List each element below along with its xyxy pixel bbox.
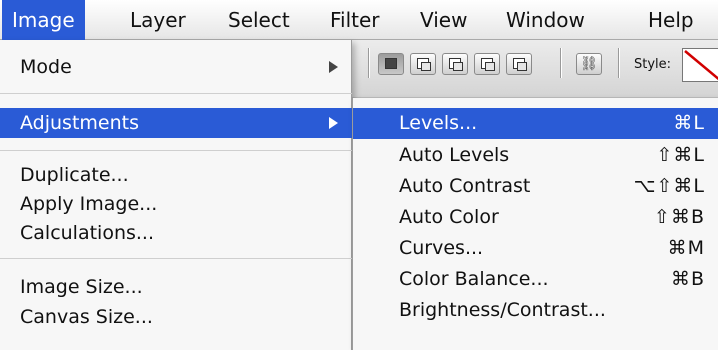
submenu-item-curves[interactable]: Curves... ⌘M	[353, 233, 718, 264]
submenu-item-auto-contrast[interactable]: Auto Contrast ⌥⇧⌘L	[353, 171, 718, 202]
menu-item-adjustments[interactable]: Adjustments	[0, 108, 352, 138]
menu-item-duplicate[interactable]: Duplicate...	[0, 160, 352, 190]
submenu-item-label: Auto Contrast	[399, 175, 531, 197]
submenu-item-color-balance[interactable]: Color Balance... ⌘B	[353, 264, 718, 295]
menu-item-label: Mode	[20, 56, 72, 78]
intersect-selection-button[interactable]	[474, 53, 500, 75]
menu-item-label: Duplicate...	[20, 164, 129, 186]
toolbar-separator	[368, 48, 370, 78]
new-selection-icon	[385, 58, 397, 69]
menu-divider	[0, 93, 352, 94]
menu-view[interactable]: View	[420, 0, 467, 40]
shortcut-label: ⌘L	[673, 112, 705, 134]
menu-select[interactable]: Select	[228, 0, 290, 40]
shortcut-label: ⇧⌘L	[656, 144, 705, 166]
toolbar-separator	[560, 48, 562, 78]
submenu-item-label: Curves...	[399, 237, 484, 259]
shortcut-label: ⇧⌘B	[654, 206, 705, 228]
add-selection-button[interactable]	[410, 53, 436, 75]
submenu-arrow-icon	[329, 117, 338, 129]
menu-item-label: Apply Image...	[20, 193, 158, 215]
image-menu: Mode Adjustments Duplicate... Apply Imag…	[0, 40, 352, 350]
submenu-item-brightness-contrast[interactable]: Brightness/Contrast...	[353, 295, 718, 326]
menu-item-label: Canvas Size...	[20, 306, 153, 328]
menu-divider	[0, 258, 352, 259]
menu-window[interactable]: Window	[506, 0, 585, 40]
submenu-item-label: Color Balance...	[399, 268, 549, 290]
submenu-item-label: Auto Color	[399, 206, 499, 228]
subtract-selection-icon-overlay	[453, 62, 463, 71]
menu-help[interactable]: Help	[648, 0, 694, 40]
menu-item-canvas-size[interactable]: Canvas Size...	[0, 302, 352, 332]
submenu-item-auto-levels[interactable]: Auto Levels ⇧⌘L	[353, 140, 718, 171]
menu-image[interactable]: Image	[2, 0, 85, 40]
menu-item-label: Image Size...	[20, 276, 143, 298]
exclude-selection-button[interactable]	[506, 53, 532, 75]
chain-link-icon: ⛓	[580, 56, 598, 72]
submenu-item-auto-color[interactable]: Auto Color ⇧⌘B	[353, 202, 718, 233]
submenu-item-label: Levels...	[399, 112, 478, 134]
menu-item-label: Adjustments	[20, 112, 139, 134]
menu-item-label: Calculations...	[20, 222, 155, 244]
submenu-item-label: Brightness/Contrast...	[399, 299, 606, 321]
submenu-item-label: Auto Levels	[399, 144, 510, 166]
style-label: Style:	[634, 57, 672, 72]
adjustments-submenu: Levels... ⌘L Auto Levels ⇧⌘L Auto Contra…	[352, 98, 718, 350]
shortcut-label: ⌘M	[667, 237, 705, 259]
add-selection-icon-overlay	[421, 62, 431, 71]
menu-item-mode[interactable]: Mode	[0, 52, 352, 82]
link-button[interactable]: ⛓	[576, 53, 602, 75]
menu-item-apply-image[interactable]: Apply Image...	[0, 189, 352, 219]
menu-filter[interactable]: Filter	[330, 0, 380, 40]
menu-bar: Image Layer Select Filter View Window He…	[0, 0, 718, 40]
menu-layer[interactable]: Layer	[130, 0, 186, 40]
shortcut-label: ⌘B	[670, 268, 705, 290]
new-selection-button[interactable]	[378, 53, 404, 75]
submenu-item-levels[interactable]: Levels... ⌘L	[353, 108, 718, 139]
no-style-icon	[684, 50, 718, 81]
menu-item-calculations[interactable]: Calculations...	[0, 218, 352, 248]
menu-item-image-size[interactable]: Image Size...	[0, 272, 352, 302]
menu-divider	[0, 150, 352, 151]
exclude-selection-icon-overlay	[517, 62, 527, 71]
shortcut-label: ⌥⇧⌘L	[633, 175, 705, 197]
subtract-selection-button[interactable]	[442, 53, 468, 75]
style-swatch[interactable]	[682, 48, 718, 82]
submenu-arrow-icon	[329, 61, 338, 73]
intersect-selection-icon-overlay	[485, 62, 495, 71]
toolbar-separator	[618, 48, 620, 78]
